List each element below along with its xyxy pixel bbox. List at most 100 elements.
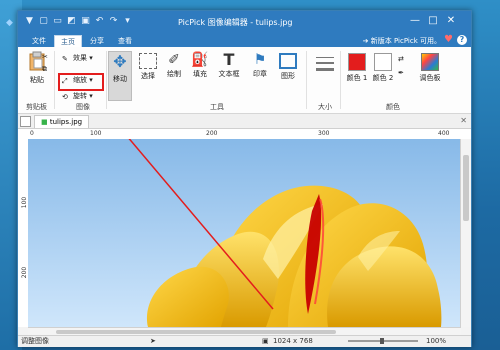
clipboard-group-label: 剪贴板 (26, 103, 47, 111)
text-icon: T (223, 50, 235, 69)
separator (106, 51, 107, 109)
rotate-label: 旋转 (73, 92, 87, 100)
palette-label: 调色板 (419, 74, 441, 82)
draw-tool-button[interactable]: ✐ 绘制 (162, 53, 186, 79)
stamp-icon: ⚑ (253, 52, 267, 68)
close-document-icon[interactable]: ✕ (460, 116, 467, 125)
textbox-tool-button[interactable]: T 文本框 (214, 50, 244, 79)
shape-tool-button[interactable]: 图形 (276, 53, 300, 81)
color-picker-button[interactable]: ✒ (398, 67, 409, 77)
title-bar: ▼ ▢ ▭ ◩ ▣ ↶ ↷ ▾ PicPick 图像编辑器 - tulips.j… (18, 11, 471, 33)
size-lines-icon (316, 57, 334, 71)
move-tool-button[interactable]: ✥ 移动 (108, 51, 132, 101)
image-canvas[interactable] (28, 139, 461, 327)
palette-button[interactable]: 调色板 (416, 53, 444, 83)
ruler-mark: 300 (318, 130, 330, 137)
document-tab[interactable]: ■ tulips.jpg (34, 115, 90, 128)
maximize-button[interactable]: □ (425, 14, 441, 28)
move-icon: ✥ (113, 52, 127, 71)
shape-label: 图形 (281, 72, 295, 80)
palette-icon (421, 53, 439, 71)
tab-share[interactable]: 分享 (84, 35, 110, 47)
new-file-icon[interactable]: ▢ (38, 16, 49, 27)
ruler-mark: 400 (438, 130, 450, 137)
update-text: 新版本 PicPick 可用。 (370, 37, 441, 45)
image-size-icon: ▣ (262, 337, 269, 345)
tulips-image (28, 139, 461, 327)
thumbnail-icon[interactable] (20, 116, 31, 127)
document-tabs: ■ tulips.jpg ✕ (18, 114, 471, 129)
effects-button[interactable]: ✎ 效果 ▾ (62, 53, 93, 63)
fill-tool-button[interactable]: ⛽ 填充 (188, 53, 212, 79)
swap-icon: ⇄ (398, 55, 404, 63)
size-group-label: 大小 (318, 103, 332, 111)
open-folder-icon[interactable]: ▭ (52, 16, 63, 27)
resize-highlight-box (58, 73, 104, 91)
draw-label: 绘制 (167, 70, 181, 78)
picpick-logo-icon: ▼ (26, 16, 33, 26)
redo-icon[interactable]: ↷ (108, 16, 119, 27)
color-picker-icon: ✒ (398, 69, 404, 77)
color2-label: 颜色 2 (372, 74, 394, 82)
status-left-text: 调整图像 (21, 337, 49, 345)
select-label: 选择 (141, 72, 155, 80)
save-icon[interactable]: ◩ (66, 16, 77, 27)
horizontal-scroll-thumb[interactable] (56, 330, 336, 334)
app-window: ▼ ▢ ▭ ◩ ▣ ↶ ↷ ▾ PicPick 图像编辑器 - tulips.j… (17, 10, 472, 347)
tools-group-label: 工具 (210, 103, 224, 111)
ribbon-tabs: 文件 主页 分享 查看 ➔ 新版本 PicPick 可用。 ♥ ? (18, 33, 471, 48)
document-tab-label: tulips.jpg (49, 118, 83, 126)
textbox-label: 文本框 (218, 70, 240, 78)
cut-button[interactable]: ✂ (42, 51, 53, 61)
select-icon (139, 53, 157, 69)
copy-button[interactable]: ⧉ (42, 63, 53, 73)
separator (306, 51, 307, 109)
ruler-mark: 0 (30, 130, 34, 137)
heart-icon[interactable]: ♥ (444, 34, 453, 46)
fill-label: 填充 (193, 70, 207, 78)
update-notice[interactable]: ➔ 新版本 PicPick 可用。 (363, 35, 441, 47)
update-icon: ➔ (362, 37, 371, 45)
vertical-scrollbar[interactable] (460, 139, 471, 327)
move-label: 移动 (113, 75, 127, 83)
stamp-tool-button[interactable]: ⚑ 印章 (246, 53, 274, 79)
select-tool-button[interactable]: 选择 (136, 53, 160, 81)
close-button[interactable]: ✕ (443, 14, 459, 28)
effects-label: 效果 (73, 54, 87, 62)
effects-icon: ✎ (62, 55, 68, 63)
draw-icon: ✐ (168, 52, 180, 68)
cut-icon: ✂ (42, 53, 48, 61)
ruler-mark: 100 (90, 130, 102, 137)
separator (54, 51, 55, 109)
color1-label: 颜色 1 (346, 74, 368, 82)
colors-group-label: 颜色 (386, 103, 400, 111)
status-bar: 调整图像 ➤ ▣ 1024 x 768 100% (18, 335, 471, 347)
image-group-label: 图像 (76, 103, 90, 111)
fill-icon: ⛽ (191, 52, 209, 68)
color2-button[interactable]: 颜色 2 (371, 53, 395, 83)
desktop-logo-icon: ◆ (6, 18, 13, 28)
print-icon[interactable]: ▣ (80, 16, 91, 27)
ruler-mark: 200 (206, 130, 218, 137)
copy-icon: ⧉ (42, 65, 47, 73)
separator (340, 51, 341, 109)
rotate-button[interactable]: ⟲ 旋转 ▾ (62, 91, 93, 101)
shape-icon (279, 53, 297, 69)
help-icon[interactable]: ? (457, 35, 467, 45)
stamp-label: 印章 (253, 70, 267, 78)
zoom-slider-thumb[interactable] (380, 338, 384, 344)
undo-icon[interactable]: ↶ (94, 16, 105, 27)
paste-label: 粘贴 (30, 76, 44, 84)
tab-view[interactable]: 查看 (112, 35, 138, 47)
color1-swatch (348, 53, 366, 71)
size-selector[interactable] (313, 53, 337, 95)
color1-button[interactable]: 颜色 1 (345, 53, 369, 83)
rotate-icon: ⟲ (62, 93, 68, 101)
image-icon: ■ (41, 118, 48, 126)
minimize-button[interactable]: — (407, 14, 423, 28)
vertical-scroll-thumb[interactable] (463, 155, 469, 221)
swap-colors-button[interactable]: ⇄ (398, 53, 409, 63)
zoom-level: 100% (426, 337, 447, 345)
quick-access-dropdown-icon[interactable]: ▾ (122, 16, 133, 27)
tab-file[interactable]: 文件 (26, 35, 52, 47)
